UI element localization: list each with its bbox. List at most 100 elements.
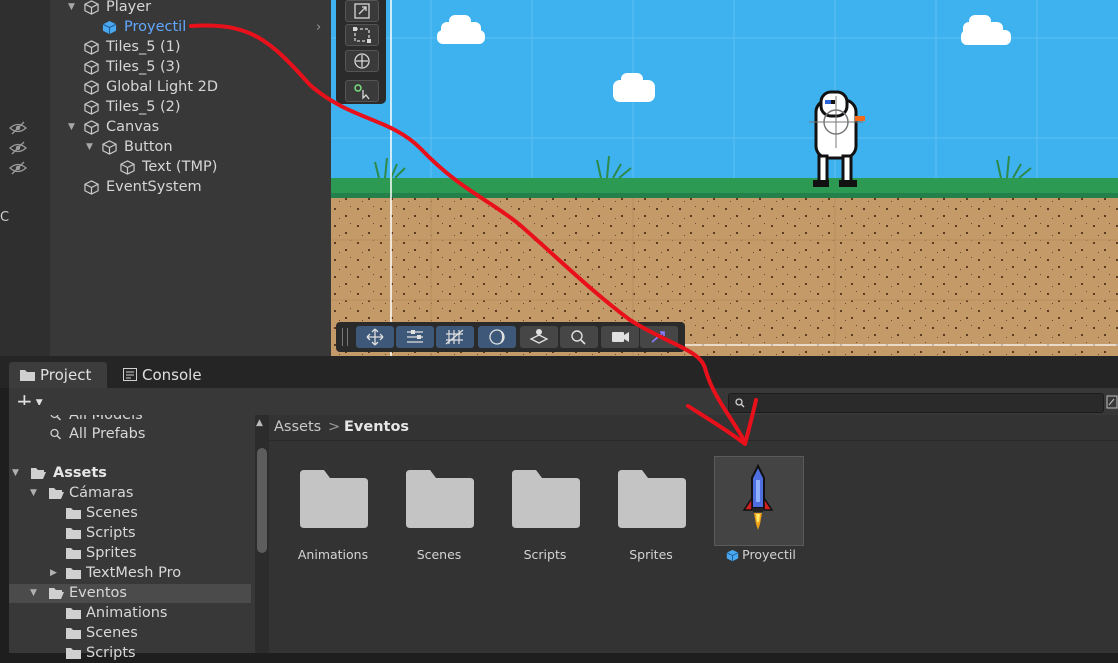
hierarchy-item-label: Player (106, 0, 152, 15)
shading-mode-icon[interactable] (478, 326, 516, 348)
folder-icon (66, 568, 81, 579)
asset-label: Scenes (416, 547, 462, 562)
tab-console[interactable]: Console (120, 362, 230, 388)
gizmos-icon[interactable] (640, 326, 678, 348)
asset-label: Scripts (523, 547, 567, 562)
tree-scrollbar-thumb[interactable] (257, 448, 267, 553)
folder-icon (66, 528, 81, 539)
transform-tool-icon[interactable] (345, 50, 379, 72)
align-tool-icon[interactable] (396, 326, 434, 348)
foldout-open-icon[interactable]: ▼ (86, 137, 93, 157)
tree-clip-mask (9, 405, 255, 415)
foldout-closed-icon[interactable]: ▶ (50, 563, 57, 583)
custom-tool-icon[interactable] (345, 80, 379, 102)
tree-item-label: Scripts (86, 525, 136, 541)
tree-item-label: Sprites (86, 545, 137, 561)
foldout-open-icon[interactable]: ▼ (68, 117, 75, 137)
scene-view-options-bar (336, 322, 685, 352)
folder-open-icon (49, 488, 64, 499)
rect-tool-icon[interactable] (345, 24, 379, 46)
folder-icon (618, 470, 686, 528)
gameobject-cube-icon (120, 160, 135, 175)
asset-label: Proyectil (742, 547, 796, 562)
hierarchy-item-label: Tiles_5 (1) (106, 39, 181, 55)
gameobject-cube-icon (84, 100, 99, 115)
player-sprite[interactable] (809, 90, 865, 187)
hierarchy-item-label: Text (TMP) (142, 159, 218, 175)
eye-hidden-icon[interactable] (9, 161, 27, 175)
hierarchy-gutter (0, 0, 50, 356)
tab-label: Project (40, 366, 92, 384)
hierarchy-item-label: Button (124, 139, 173, 155)
asset-label: Sprites (629, 547, 673, 562)
foldout-open-icon[interactable]: ▼ (30, 483, 37, 503)
asset-prefab-proyectil[interactable]: Proyectil (714, 456, 804, 566)
gameobject-cube-icon (102, 140, 117, 155)
folder-icon (66, 608, 81, 619)
asset-label: Animations (297, 547, 369, 562)
search-by-type-icon[interactable] (1106, 395, 1118, 409)
tree-item-label: Assets (53, 465, 107, 481)
foldout-open-icon[interactable]: ▼ (12, 463, 19, 483)
breadcrumb-assets[interactable]: Assets (274, 419, 321, 435)
gameobject-cube-icon (84, 180, 99, 195)
folder-icon (66, 548, 81, 559)
scene-search-icon[interactable] (560, 326, 598, 348)
folder-icon (66, 648, 81, 659)
folder-icon (66, 508, 81, 519)
search-icon (50, 428, 62, 440)
hierarchy-item-label: EventSystem (106, 179, 202, 195)
edge-fragment: C (0, 210, 10, 225)
tab-label: Console (142, 366, 202, 384)
asset-folder-sprites[interactable]: Sprites (606, 456, 696, 566)
hierarchy-item-label: Global Light 2D (106, 79, 219, 95)
tree-item-label: Scenes (86, 625, 138, 641)
eye-hidden-icon[interactable] (9, 141, 27, 155)
console-icon (123, 368, 137, 381)
tree-item-label: Animations (86, 605, 168, 621)
scene-view[interactable] (331, 0, 1118, 356)
scale-tool-icon[interactable] (345, 0, 379, 22)
search-icon (735, 398, 745, 408)
folder-icon (300, 470, 368, 528)
chevron-right-icon[interactable]: › (316, 20, 321, 35)
prefab-cube-icon (102, 20, 117, 35)
scene-canvas[interactable] (331, 0, 1118, 356)
folder-open-icon (31, 468, 46, 479)
breadcrumb-eventos[interactable]: Eventos (344, 419, 409, 435)
asset-folder-scenes[interactable]: Scenes (394, 456, 484, 566)
tree-item-label: Eventos (69, 585, 127, 601)
tree-item-label: Scenes (86, 505, 138, 521)
foldout-open-icon[interactable]: ▼ (68, 0, 75, 17)
drag-handle-icon[interactable] (342, 328, 348, 346)
tree-item-label: Scripts (86, 645, 136, 661)
tab-project[interactable]: Project (9, 362, 107, 388)
scene-tools-overlay (336, 0, 386, 104)
gameobject-cube-icon (84, 120, 99, 135)
layers-visibility-icon[interactable] (520, 326, 558, 348)
folder-open-icon (49, 588, 64, 599)
asset-folder-scripts[interactable]: Scripts (500, 456, 590, 566)
folder-icon (66, 628, 81, 639)
gameobject-cube-icon (84, 0, 99, 15)
hierarchy-item-label: Tiles_5 (3) (106, 59, 181, 75)
grid-snap-icon[interactable] (436, 326, 474, 348)
hierarchy-item-label: Proyectil (124, 19, 187, 35)
breadcrumb-separator: > (328, 419, 341, 435)
camera-icon[interactable] (601, 326, 639, 348)
move-tool-icon[interactable] (356, 326, 394, 348)
scroll-up-icon[interactable]: ▲ (256, 418, 263, 428)
tree-item-label: TextMesh Pro (86, 565, 182, 581)
hierarchy-item-label: Canvas (106, 119, 160, 135)
tree-item-label: Cámaras (69, 485, 134, 501)
gameobject-cube-icon (84, 80, 99, 95)
search-input[interactable] (728, 393, 1104, 413)
gameobject-cube-icon (84, 40, 99, 55)
asset-folder-animations[interactable]: Animations (288, 456, 378, 566)
tree-selection-highlight (9, 584, 251, 603)
rocket-sprite-icon (742, 464, 774, 530)
tree-item-label: All Prefabs (69, 426, 146, 442)
foldout-open-icon[interactable]: ▼ (30, 583, 37, 603)
eye-hidden-icon[interactable] (9, 121, 27, 135)
hierarchy-item-label: Tiles_5 (2) (106, 99, 181, 115)
